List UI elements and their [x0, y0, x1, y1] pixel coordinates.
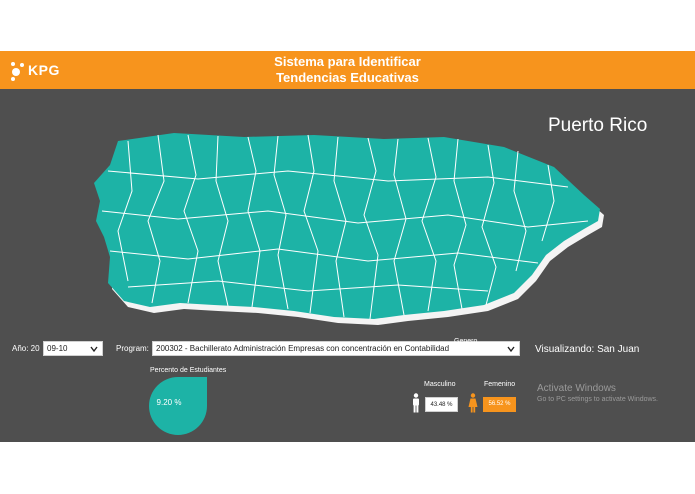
students-percent-value: 9.20 % — [156, 398, 182, 407]
male-icon — [413, 393, 419, 413]
app-window: KPG Sistema para Identificar Tendencias … — [0, 0, 695, 494]
chevron-down-icon — [90, 346, 98, 353]
female-percent-value: 56.52 % — [483, 397, 516, 412]
female-label: Femenino — [484, 381, 516, 388]
male-label: Masculino — [424, 381, 456, 388]
region-title: Puerto Rico — [548, 115, 648, 136]
app-title-line1: Sistema para Identificar — [274, 54, 421, 69]
program-dropdown-value: 200302 - Bachillerato Administración Emp… — [156, 344, 450, 353]
year-dropdown[interactable]: 09-10 — [43, 341, 103, 356]
puerto-rico-map[interactable] — [88, 131, 610, 341]
app-title: Sistema para Identificar Tendencias Educ… — [0, 54, 695, 86]
gender-title: Genero — [454, 338, 478, 345]
male-percent-value: 43.48 % — [425, 397, 458, 412]
year-label: Año: 20 — [12, 344, 40, 353]
students-percent-title: Percento de Estudiantes — [150, 367, 227, 374]
program-label: Program: — [116, 344, 149, 353]
chevron-down-icon — [507, 346, 515, 353]
female-icon — [468, 393, 478, 413]
activate-windows-subtitle: Go to PC settings to activate Windows. — [537, 396, 658, 403]
students-percent-badge: 9.20 % — [149, 377, 207, 435]
viewing-label: Visualizando: San Juan — [535, 344, 640, 355]
app-title-line2: Tendencias Educativas — [276, 70, 419, 85]
header-bar: KPG Sistema para Identificar Tendencias … — [0, 51, 695, 89]
year-dropdown-value: 09-10 — [47, 344, 68, 353]
main-panel: Puerto Rico Año: 20 09-10 Program: 20030… — [0, 89, 695, 442]
activate-windows-title: Activate Windows — [537, 383, 616, 394]
